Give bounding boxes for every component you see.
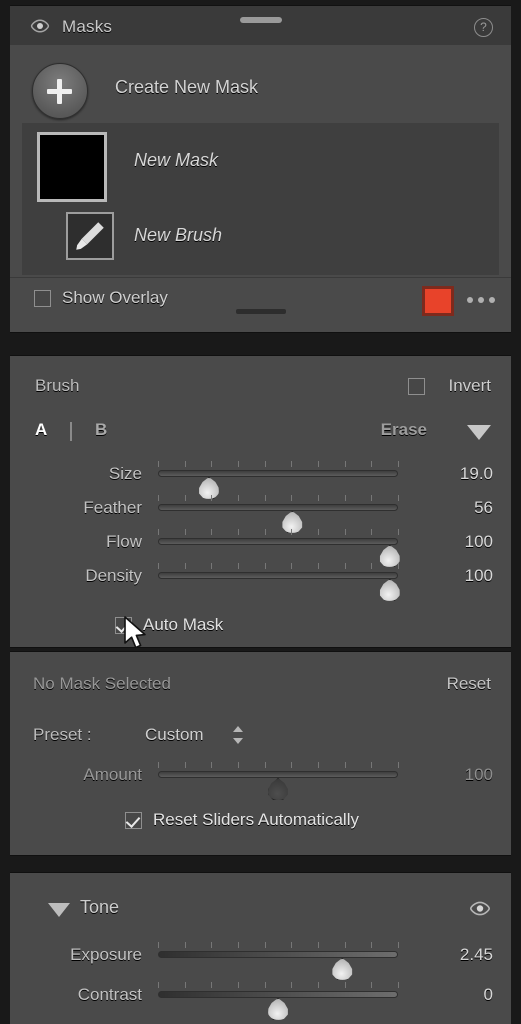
auto-mask-row: Auto Mask <box>10 611 511 645</box>
overlay-color-swatch[interactable] <box>422 286 454 316</box>
reset-sliders-label: Reset Sliders Automatically <box>153 810 359 829</box>
list-item-label: New Brush <box>134 225 223 245</box>
tone-section-title: Tone <box>80 897 120 917</box>
slider-track[interactable] <box>158 470 398 499</box>
slider-row-amount: Amount 100 <box>10 757 511 800</box>
slider-handle[interactable] <box>379 579 400 601</box>
reset-button[interactable]: Reset <box>447 674 491 694</box>
list-item-label: New Mask <box>134 150 219 170</box>
slider-track[interactable] <box>158 771 398 800</box>
eye-icon[interactable] <box>30 19 50 33</box>
divider <box>70 422 72 441</box>
slider-ticks <box>158 762 399 769</box>
brush-ab-row: A B Erase <box>10 418 511 450</box>
slider-track[interactable] <box>158 951 398 980</box>
preset-label: Preset : <box>33 725 92 744</box>
plus-icon[interactable] <box>32 63 88 119</box>
slider-value[interactable]: 56 <box>413 498 493 518</box>
slider-label: Density <box>85 566 142 585</box>
slider-ticks <box>158 529 399 536</box>
panel-column: Masks ? Create New Mask New Mask New Bru… <box>10 0 511 1024</box>
panel-resize-handle[interactable] <box>235 309 286 314</box>
brush-b-toggle[interactable]: B <box>95 420 107 440</box>
panel-drag-handle[interactable] <box>240 17 282 23</box>
slider-track[interactable] <box>158 991 398 1020</box>
slider-row-density: Density 100 <box>10 558 511 601</box>
slider-track[interactable] <box>158 572 400 601</box>
invert-label: Invert <box>448 376 491 395</box>
triangle-down-icon[interactable] <box>48 903 70 917</box>
auto-mask-label: Auto Mask <box>143 615 224 634</box>
slider-ticks <box>158 495 399 502</box>
slider-value[interactable]: 0 <box>413 985 493 1005</box>
masks-section: Create New Mask New Mask New Brush Show … <box>10 45 511 333</box>
slider-label: Amount <box>83 765 142 784</box>
slider-row-feather: Feather 56 <box>10 490 511 533</box>
preset-select[interactable]: Custom <box>145 725 204 745</box>
help-icon[interactable]: ? <box>474 18 493 37</box>
list-item[interactable]: New Mask <box>22 123 499 202</box>
slider-label: Size <box>108 464 142 483</box>
effect-section: No Mask Selected Reset Preset : Custom A… <box>10 651 511 856</box>
invert-checkbox[interactable] <box>408 378 425 395</box>
create-new-mask-button[interactable]: Create New Mask <box>10 45 511 125</box>
brush-icon[interactable] <box>66 212 114 260</box>
show-overlay-checkbox[interactable] <box>34 290 51 307</box>
slider-track[interactable] <box>158 504 398 533</box>
list-item[interactable]: New Brush <box>22 199 499 275</box>
auto-mask-checkbox[interactable] <box>115 617 132 634</box>
slider-value[interactable]: 100 <box>413 566 493 586</box>
mask-list: New Mask New Brush <box>22 123 499 275</box>
mask-thumbnail[interactable] <box>37 132 107 202</box>
slider-handle[interactable] <box>268 998 288 1020</box>
slider-label: Flow <box>106 532 142 551</box>
slider-label: Exposure <box>70 945 142 964</box>
slider-label: Contrast <box>77 985 142 1004</box>
brush-section-title: Brush <box>35 376 80 395</box>
slider-row-size: Size 19.0 <box>10 456 511 499</box>
slider-ticks <box>158 461 399 468</box>
lightroom-masks-panel: Masks ? Create New Mask New Mask New Bru… <box>0 0 521 1024</box>
slider-handle[interactable] <box>268 778 288 800</box>
create-new-mask-label: Create New Mask <box>115 77 259 97</box>
slider-track[interactable] <box>158 538 400 567</box>
ellipsis-icon[interactable] <box>467 297 497 303</box>
show-overlay-row: Show Overlay <box>10 277 511 320</box>
slider-value[interactable]: 100 <box>413 532 493 552</box>
slider-ticks <box>158 942 399 949</box>
reset-sliders-row: Reset Sliders Automatically <box>10 807 511 841</box>
slider-ticks <box>158 982 399 989</box>
slider-ticks <box>158 563 399 570</box>
slider-row-exposure: Exposure 2.45 <box>10 937 511 980</box>
slider-row-flow: Flow 100 <box>10 524 511 567</box>
erase-toggle[interactable]: Erase <box>381 420 427 440</box>
page-title: Masks <box>62 17 113 36</box>
eye-icon[interactable] <box>469 901 491 916</box>
slider-value[interactable]: 19.0 <box>413 464 493 484</box>
slider-row-contrast: Contrast 0 <box>10 977 511 1020</box>
no-mask-selected-label: No Mask Selected <box>33 674 171 693</box>
slider-value[interactable]: 100 <box>413 765 493 785</box>
slider-value[interactable]: 2.45 <box>413 945 493 965</box>
tone-section: Tone Exposure 2.45 Contrast 0 <box>10 872 511 1024</box>
reset-sliders-checkbox[interactable] <box>125 812 142 829</box>
chevron-updown-icon[interactable] <box>232 726 244 744</box>
show-overlay-label: Show Overlay <box>62 288 168 307</box>
slider-label: Feather <box>83 498 142 517</box>
panel-header: Masks ? <box>10 5 511 45</box>
brush-a-toggle[interactable]: A <box>35 420 47 440</box>
triangle-down-icon[interactable] <box>467 425 491 440</box>
brush-section: Brush Invert A B Erase Size 19.0 Feather <box>10 355 511 648</box>
